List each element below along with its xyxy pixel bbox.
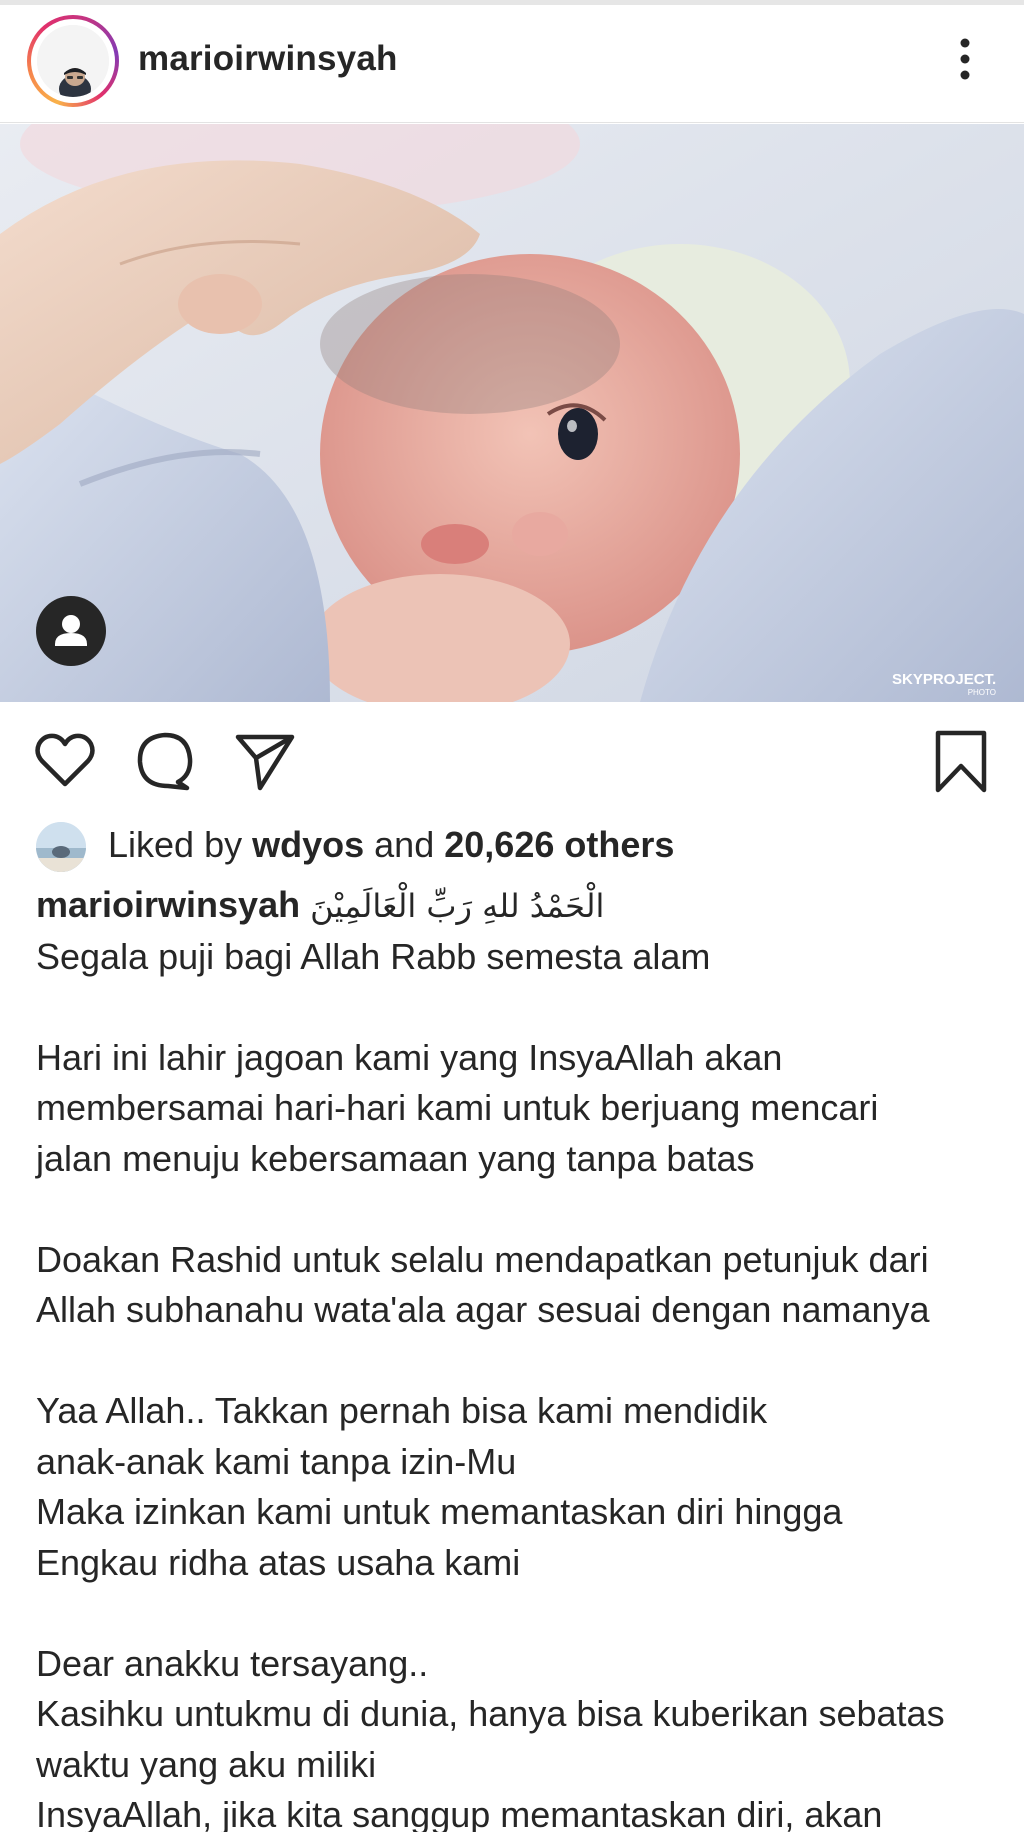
caption-line: Yaa Allah.. Takkan pernah bisa kami mend… xyxy=(36,1390,768,1431)
likes-middle: and xyxy=(374,824,435,865)
caption-line: Maka izinkan kami untuk memantaskan diri… xyxy=(36,1491,843,1532)
caption-line: Kasihku untukmu di dunia, hanya bisa kub… xyxy=(36,1693,945,1734)
caption-line: Doakan Rashid untuk selalu mendapatkan p… xyxy=(36,1238,929,1280)
likes-summary: Liked by wdyos and 20,626 others xyxy=(36,820,996,872)
caption-line: Dear anakku tersayang.. xyxy=(36,1642,429,1684)
likes-count[interactable]: 20,626 others xyxy=(444,824,674,865)
watermark-sub: PHOTO xyxy=(968,688,996,697)
photo-watermark: SKYPROJECT. PHOTO xyxy=(892,668,1002,702)
bookmark-icon[interactable] xyxy=(928,728,994,794)
post-photo[interactable]: SKYPROJECT. PHOTO xyxy=(0,124,1024,702)
caption-line: Engkau ridha atas usaha kami xyxy=(36,1541,521,1583)
caption-line: membersamai hari-hari kami untuk berjuan… xyxy=(36,1087,879,1128)
caption-line: Allah subhanahu wata'ala agar sesuai den… xyxy=(36,1289,930,1330)
caption-username[interactable]: marioirwinsyah xyxy=(36,884,300,925)
likes-prefix: Liked by xyxy=(108,824,243,865)
send-icon[interactable] xyxy=(232,728,298,794)
post-caption: marioirwinsyah الْحَمْدُ للهِ رَبِّ الْع… xyxy=(36,880,996,1832)
user-tag-icon[interactable] xyxy=(36,596,106,666)
post-header: marioirwinsyah xyxy=(0,5,1024,123)
caption-line: InsyaAllah, jika kita sanggup memantaska… xyxy=(36,1794,883,1832)
caption-line: waktu yang aku miliki xyxy=(36,1743,377,1785)
caption-first-line: marioirwinsyah الْحَمْدُ للهِ رَبِّ الْع… xyxy=(36,880,996,932)
caption-arabic: الْحَمْدُ للهِ رَبِّ الْعَالَمِيْنَ xyxy=(310,887,605,925)
caption-line: anak-anak kami tanpa izin-Mu xyxy=(36,1440,517,1482)
liker-avatar[interactable] xyxy=(36,822,86,872)
action-bar xyxy=(0,720,1024,800)
liker-username[interactable]: wdyos xyxy=(252,824,364,865)
watermark-main: SKYPROJECT. xyxy=(892,671,996,688)
caption-line: Hari ini lahir jagoan kami yang InsyaAll… xyxy=(36,1036,783,1078)
comment-icon[interactable] xyxy=(132,728,198,794)
caption-line: Segala puji bagi Allah Rabb semesta alam xyxy=(36,935,711,977)
caption-line: jalan menuju kebersamaan yang tanpa bata… xyxy=(36,1137,755,1179)
more-vertical-icon[interactable] xyxy=(950,35,980,83)
profile-avatar[interactable] xyxy=(27,15,119,107)
heart-icon[interactable] xyxy=(32,728,98,794)
avatar-image xyxy=(37,25,109,97)
post-username[interactable]: marioirwinsyah xyxy=(138,39,398,79)
